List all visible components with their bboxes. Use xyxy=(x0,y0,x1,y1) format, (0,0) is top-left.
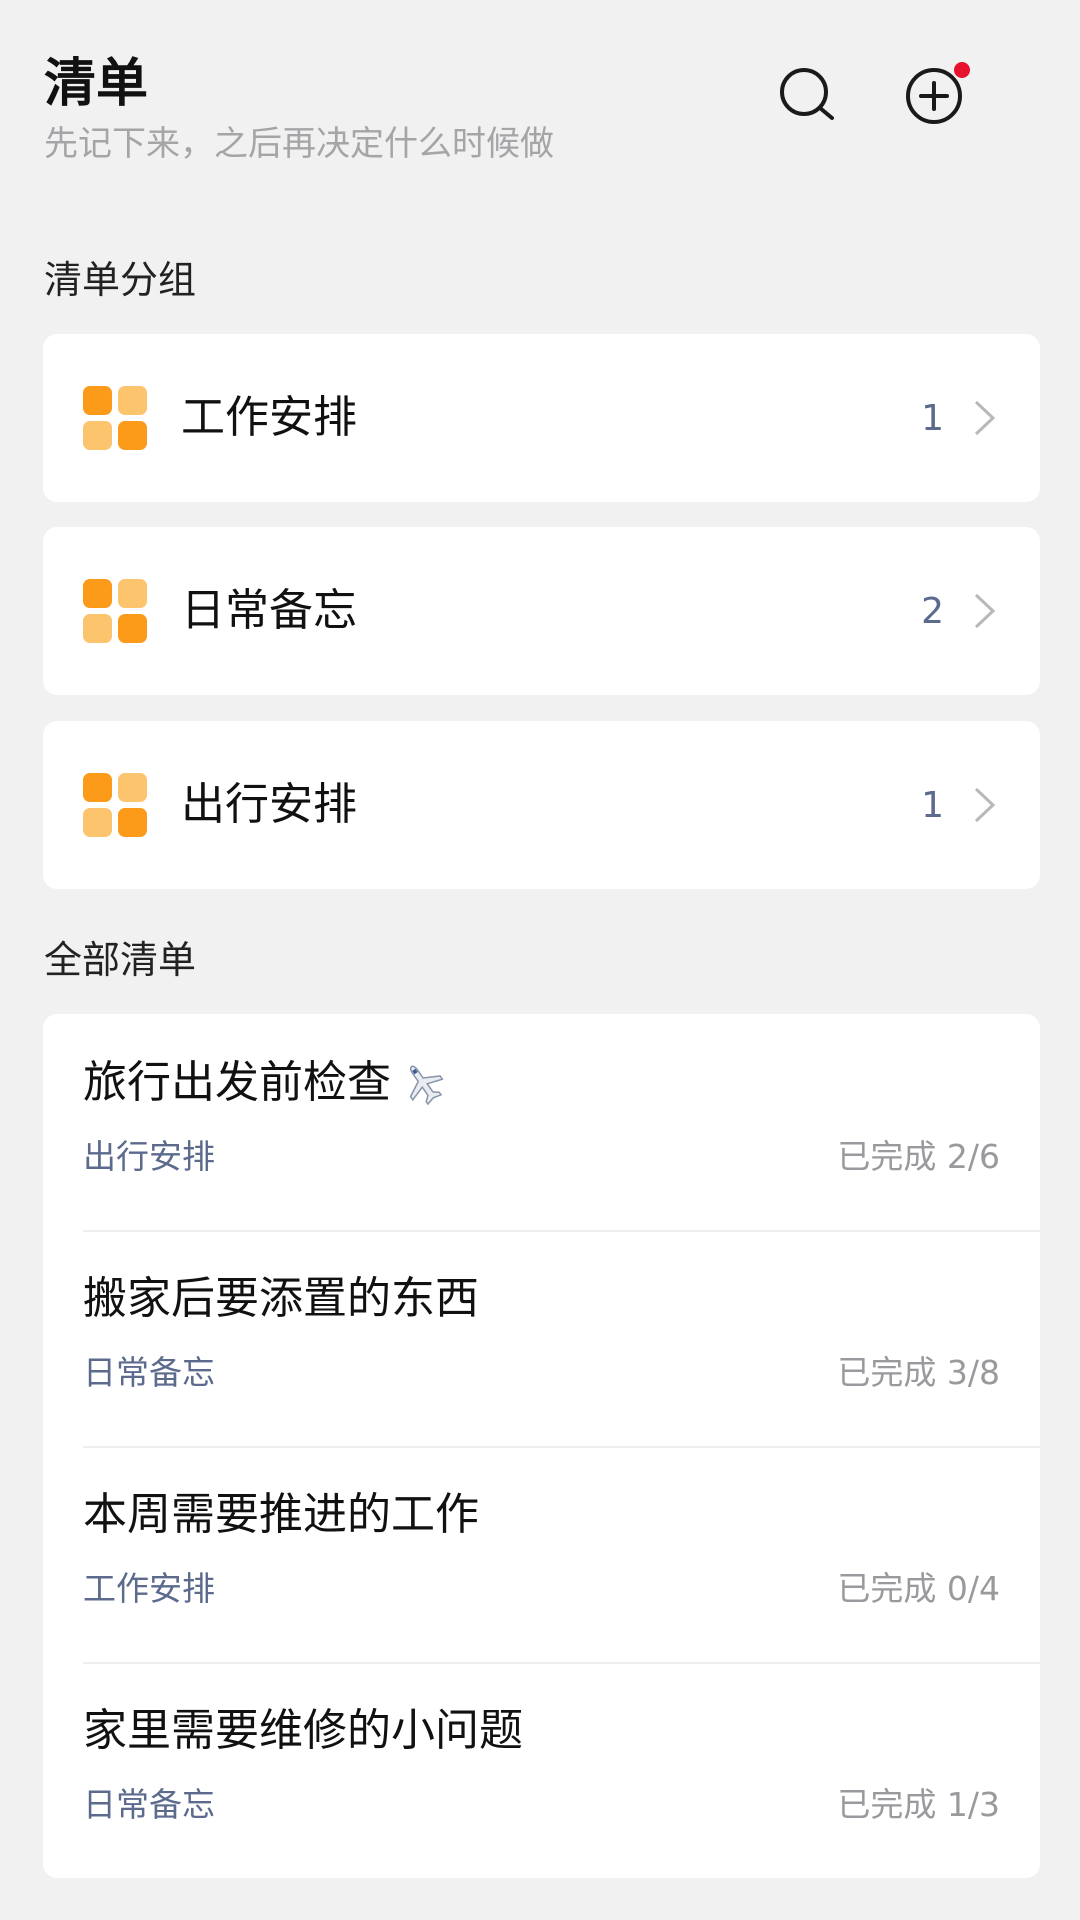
list-item-title: 本周需要推进的工作 xyxy=(83,1489,479,1540)
list-item[interactable]: 搬家后要添置的东西 日常备忘 已完成 3/8 xyxy=(43,1230,1040,1446)
list-item-title: 旅行出发前检查 xyxy=(83,1054,447,1112)
page-title: 清单 xyxy=(44,54,149,114)
all-lists-section-label: 全部清单 xyxy=(44,938,197,982)
list-item-title: 搬家后要添置的东西 xyxy=(83,1273,479,1324)
list-item-title-text: 旅行出发前检查 xyxy=(83,1057,391,1108)
grid-icon xyxy=(83,386,147,450)
checklist-page: 清单 先记下来，之后再决定什么时候做 清单分组 工作安排 1 日常备忘 2 出行… xyxy=(0,0,1080,1920)
list-item-group: 工作安排 xyxy=(83,1569,215,1608)
group-card-work[interactable]: 工作安排 1 xyxy=(43,334,1040,502)
group-count: 1 xyxy=(921,397,944,439)
search-button[interactable] xyxy=(770,58,846,134)
list-item-progress: 已完成 1/3 xyxy=(837,1785,1000,1824)
group-card-travel[interactable]: 出行安排 1 xyxy=(43,721,1040,889)
grid-icon xyxy=(83,579,147,643)
group-count: 1 xyxy=(921,784,944,826)
list-item-progress: 已完成 2/6 xyxy=(837,1137,1000,1176)
notification-dot xyxy=(954,62,970,78)
airplane-icon xyxy=(409,1065,444,1106)
group-card-daily[interactable]: 日常备忘 2 xyxy=(43,527,1040,695)
groups-section-label: 清单分组 xyxy=(44,258,197,302)
page-header: 清单 先记下来，之后再决定什么时候做 xyxy=(44,52,1036,182)
add-list-button[interactable] xyxy=(896,58,972,134)
grid-icon xyxy=(83,773,147,837)
group-name: 出行安排 xyxy=(181,779,357,830)
all-lists-card: 旅行出发前检查 出行安排 已完成 2/6 搬家后要添置的东西 日常备忘 已完成 … xyxy=(43,1014,1040,1878)
list-item-group: 出行安排 xyxy=(83,1137,215,1176)
list-item-progress: 已完成 3/8 xyxy=(837,1353,1000,1392)
group-count: 2 xyxy=(921,590,944,632)
chevron-right-icon xyxy=(970,781,1000,829)
list-item-group: 日常备忘 xyxy=(83,1353,215,1392)
group-name: 日常备忘 xyxy=(181,585,357,636)
chevron-right-icon xyxy=(970,587,1000,635)
list-item-group: 日常备忘 xyxy=(83,1785,215,1824)
list-item-title: 家里需要维修的小问题 xyxy=(83,1705,523,1756)
list-item[interactable]: 家里需要维修的小问题 日常备忘 已完成 1/3 xyxy=(43,1662,1040,1878)
search-icon xyxy=(780,68,834,120)
list-item[interactable]: 旅行出发前检查 出行安排 已完成 2/6 xyxy=(43,1014,1040,1230)
list-item-progress: 已完成 0/4 xyxy=(837,1569,1000,1608)
chevron-right-icon xyxy=(970,394,1000,442)
group-name: 工作安排 xyxy=(181,392,357,443)
page-subtitle: 先记下来，之后再决定什么时候做 xyxy=(44,124,554,164)
list-item[interactable]: 本周需要推进的工作 工作安排 已完成 0/4 xyxy=(43,1446,1040,1662)
